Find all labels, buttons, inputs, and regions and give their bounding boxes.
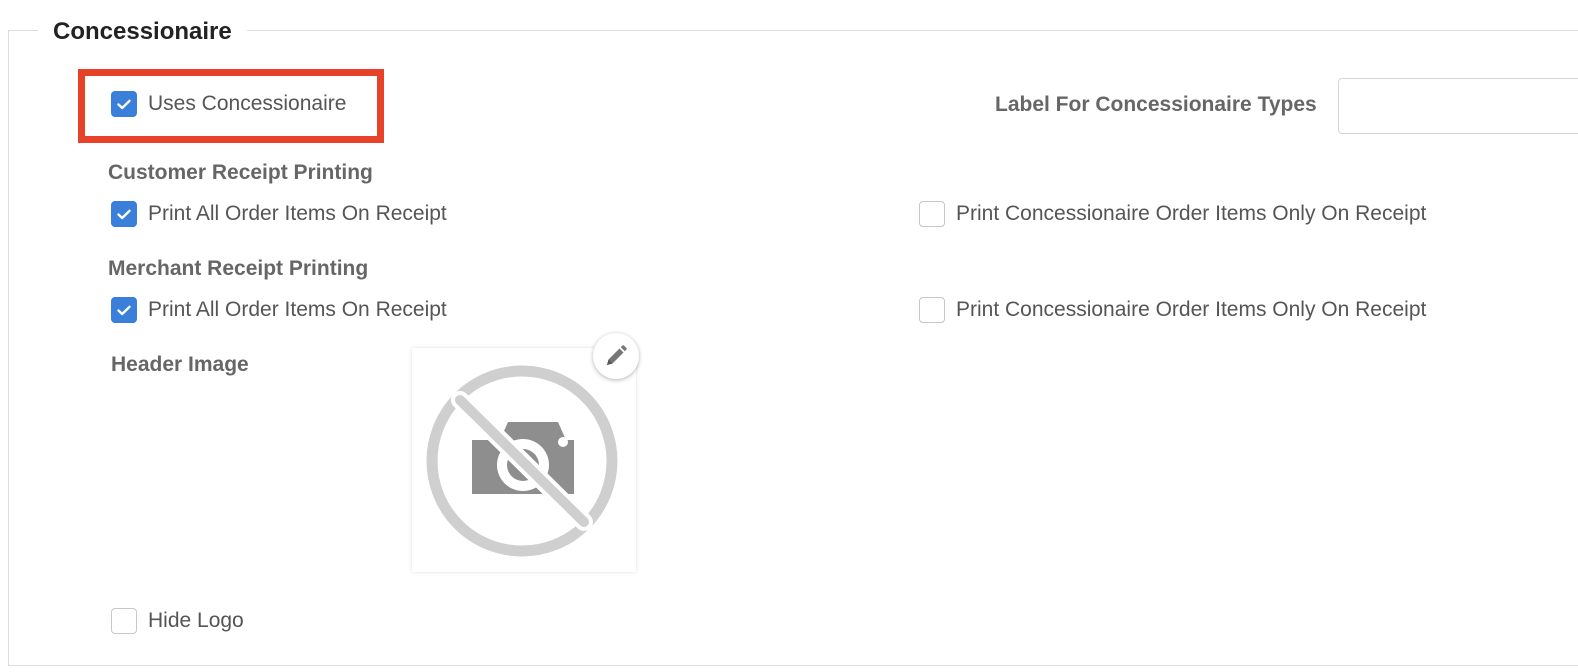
merchant-print-concessionaire-checkbox[interactable] (919, 297, 945, 323)
check-icon (117, 305, 131, 315)
pencil-icon (607, 345, 627, 365)
merchant-print-all-option[interactable]: Print All Order Items On Receipt (111, 296, 447, 324)
hide-logo-option[interactable]: Hide Logo (111, 607, 244, 635)
header-image-preview[interactable] (412, 348, 636, 572)
check-icon (117, 99, 131, 109)
check-icon (117, 209, 131, 219)
customer-receipt-heading: Customer Receipt Printing (108, 161, 373, 184)
customer-print-all-label: Print All Order Items On Receipt (148, 202, 447, 225)
customer-print-concessionaire-label: Print Concessionaire Order Items Only On… (956, 202, 1427, 225)
uses-concessionaire-checkbox[interactable] (111, 91, 137, 117)
label-types-input[interactable] (1338, 78, 1578, 134)
edit-image-button[interactable] (593, 333, 639, 379)
hide-logo-checkbox[interactable] (111, 608, 137, 634)
hide-logo-label: Hide Logo (148, 609, 244, 632)
customer-print-concessionaire-option[interactable]: Print Concessionaire Order Items Only On… (919, 200, 1426, 228)
merchant-print-concessionaire-label: Print Concessionaire Order Items Only On… (956, 298, 1427, 321)
uses-concessionaire-option[interactable]: Uses Concessionaire (111, 90, 346, 118)
label-types-label: Label For Concessionaire Types (995, 93, 1317, 116)
merchant-print-all-checkbox[interactable] (111, 297, 137, 323)
no-camera-icon (426, 365, 618, 557)
customer-print-all-checkbox[interactable] (111, 201, 137, 227)
uses-concessionaire-label: Uses Concessionaire (148, 92, 347, 115)
customer-print-all-option[interactable]: Print All Order Items On Receipt (111, 200, 447, 228)
section-title: Concessionaire (38, 14, 247, 50)
merchant-print-all-label: Print All Order Items On Receipt (148, 298, 447, 321)
customer-print-concessionaire-checkbox[interactable] (919, 201, 945, 227)
header-image-label: Header Image (111, 353, 249, 376)
merchant-receipt-heading: Merchant Receipt Printing (108, 257, 369, 280)
merchant-print-concessionaire-option[interactable]: Print Concessionaire Order Items Only On… (919, 296, 1426, 324)
